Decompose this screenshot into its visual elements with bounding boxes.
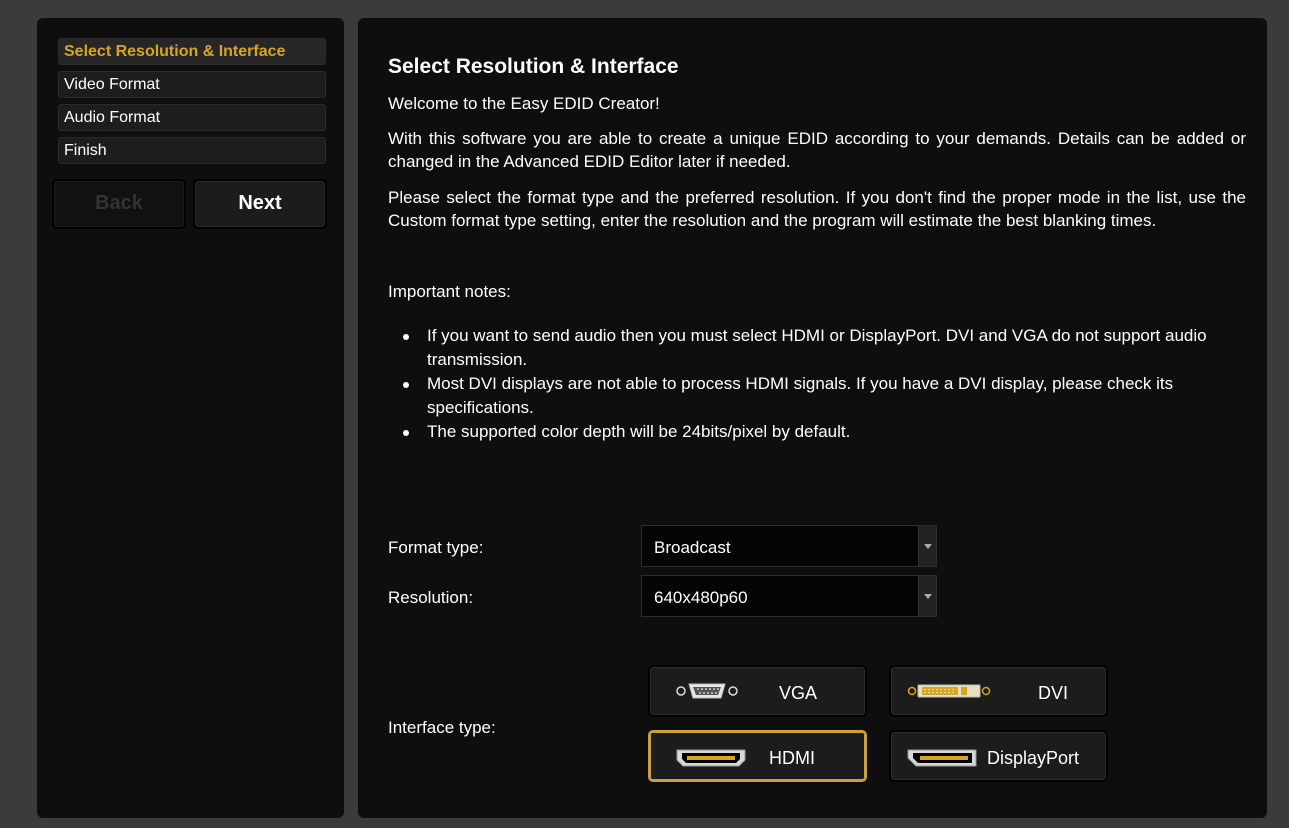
- format-type-value: Broadcast: [654, 538, 731, 557]
- format-type-label: Format type:: [388, 538, 484, 557]
- hdmi-connector-icon: [676, 749, 746, 767]
- welcome-text: Welcome to the Easy EDID Creator!: [388, 94, 660, 113]
- interface-type-label: Interface type:: [388, 718, 496, 737]
- note-item: If you want to send audio then you must …: [388, 324, 1243, 372]
- step-video-format[interactable]: Video Format: [58, 71, 326, 98]
- resolution-select[interactable]: 640x480p60: [641, 575, 937, 617]
- note-item: Most DVI displays are not able to proces…: [388, 372, 1243, 420]
- chevron-down-icon[interactable]: [918, 526, 936, 566]
- hdmi-interface-button[interactable]: HDMI: [648, 730, 867, 782]
- note-item: The supported color depth will be 24bits…: [388, 420, 1243, 444]
- format-type-select[interactable]: Broadcast: [641, 525, 937, 567]
- dvi-label: DVI: [1038, 683, 1069, 703]
- step-finish[interactable]: Finish: [58, 137, 326, 164]
- dvi-interface-button[interactable]: DVI: [889, 665, 1108, 717]
- resolution-value: 640x480p60: [654, 588, 748, 607]
- main-content-panel: Select Resolution & Interface Welcome to…: [358, 18, 1267, 818]
- instructions-text: Please select the format type and the pr…: [388, 188, 1246, 230]
- dvi-connector-icon: [907, 684, 991, 698]
- vga-connector-icon: [676, 683, 738, 699]
- page-title: Select Resolution & Interface: [388, 55, 679, 78]
- step-select-resolution-interface[interactable]: Select Resolution & Interface: [58, 38, 326, 65]
- step-audio-format[interactable]: Audio Format: [58, 104, 326, 131]
- displayport-connector-icon: [907, 749, 977, 767]
- resolution-label: Resolution:: [388, 588, 474, 607]
- notes-heading: Important notes:: [388, 282, 511, 301]
- wizard-steps-panel: Select Resolution & Interface Video Form…: [37, 18, 344, 818]
- vga-label: VGA: [779, 683, 818, 703]
- important-notes-list: If you want to send audio then you must …: [388, 324, 1243, 444]
- displayport-interface-button[interactable]: DisplayPort: [889, 730, 1108, 782]
- intro-text: With this software you are able to creat…: [388, 129, 1246, 171]
- hdmi-label: HDMI: [769, 748, 815, 768]
- chevron-down-icon[interactable]: [918, 576, 936, 616]
- back-button[interactable]: Back: [52, 179, 186, 229]
- vga-interface-button[interactable]: VGA: [648, 665, 867, 717]
- displayport-label: DisplayPort: [987, 748, 1080, 768]
- next-button[interactable]: Next: [193, 179, 327, 229]
